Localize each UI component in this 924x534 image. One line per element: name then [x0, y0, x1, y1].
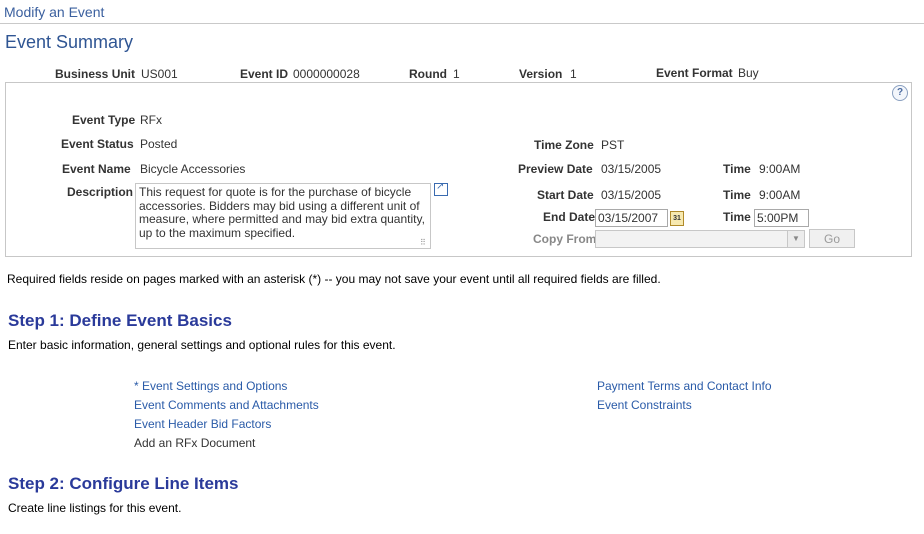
event-name-value: Bicycle Accessories	[140, 162, 246, 176]
business-unit-value: US001	[141, 67, 178, 81]
calendar-icon[interactable]: 31	[670, 211, 684, 226]
round-value: 1	[453, 67, 460, 81]
add-rfx-document-text: Add an RFx Document	[134, 436, 256, 450]
end-time-label: Time	[723, 210, 751, 224]
required-fields-note: Required fields reside on pages marked w…	[7, 272, 661, 286]
resize-grip-icon[interactable]: ⠿	[420, 238, 426, 247]
preview-date-label: Preview Date	[518, 162, 593, 176]
copy-from-label: Copy From	[533, 232, 597, 246]
event-status-label: Event Status	[61, 137, 134, 151]
event-name-label: Event Name	[62, 162, 131, 176]
time-zone-label: Time Zone	[534, 138, 594, 152]
event-type-value: RFx	[140, 113, 162, 127]
description-label: Description	[67, 185, 134, 199]
time-zone-value: PST	[601, 138, 625, 152]
chevron-down-icon[interactable]: ▼	[787, 231, 804, 247]
end-date-label: End Date	[543, 210, 596, 224]
event-format-label: Event Format	[656, 66, 733, 80]
payment-terms-link[interactable]: Payment Terms and Contact Info	[597, 379, 772, 393]
event-type-label: Event Type	[72, 113, 136, 127]
version-value: 1	[570, 67, 577, 81]
bid-factors-link[interactable]: Event Header Bid Factors	[134, 417, 271, 431]
step2-title: Step 2: Configure Line Items	[8, 474, 239, 493]
step2-description: Create line listings for this event.	[8, 501, 182, 515]
go-button[interactable]: Go	[809, 229, 855, 248]
end-time-input[interactable]: 5:00PM	[754, 209, 809, 227]
help-icon[interactable]: ?	[892, 85, 908, 101]
expand-text-icon[interactable]	[434, 181, 448, 196]
step1-description: Enter basic information, general setting…	[8, 338, 396, 352]
breadcrumb-divider	[0, 23, 924, 24]
step1-title: Step 1: Define Event Basics	[8, 311, 232, 330]
version-label: Version	[519, 67, 563, 81]
end-date-input[interactable]: 03/15/2007	[595, 209, 668, 227]
event-constraints-link[interactable]: Event Constraints	[597, 398, 692, 412]
event-settings-link[interactable]: * Event Settings and Options	[134, 379, 287, 393]
breadcrumb: Modify an Event	[4, 4, 105, 20]
start-time-value: 9:00AM	[759, 188, 801, 202]
start-time-label: Time	[723, 188, 751, 202]
round-label: Round	[409, 67, 447, 81]
business-unit-label: Business Unit	[55, 67, 136, 81]
page-title: Event Summary	[5, 32, 134, 52]
start-date-label: Start Date	[537, 188, 594, 202]
copy-from-select[interactable]: ▼	[595, 230, 805, 248]
preview-date-value: 03/15/2005	[601, 162, 662, 176]
preview-time-label: Time	[723, 162, 751, 176]
start-date-value: 03/15/2005	[601, 188, 662, 202]
preview-time-value: 9:00AM	[759, 162, 801, 176]
event-format-value: Buy	[738, 66, 759, 80]
event-id-value: 0000000028	[293, 67, 360, 81]
event-id-label: Event ID	[240, 67, 289, 81]
event-comments-link[interactable]: Event Comments and Attachments	[134, 398, 319, 412]
description-textarea[interactable]: This request for quote is for the purcha…	[135, 183, 431, 249]
event-status-value: Posted	[140, 137, 178, 151]
